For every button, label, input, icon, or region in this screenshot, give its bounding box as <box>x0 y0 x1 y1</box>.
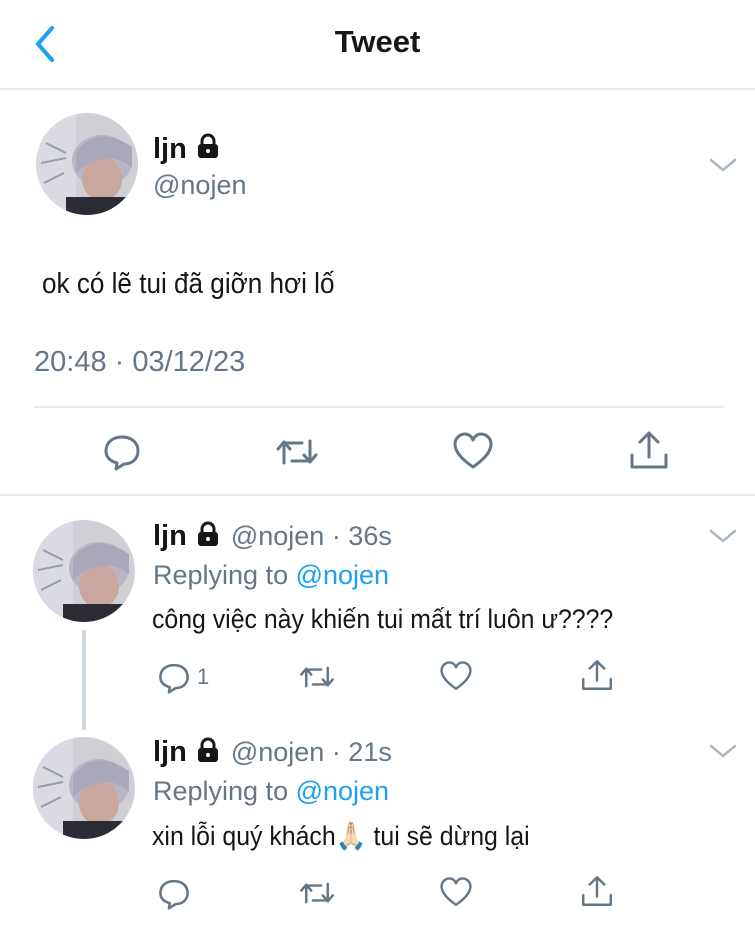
lock-icon <box>195 737 221 770</box>
like-button[interactable] <box>452 431 494 476</box>
retweet-icon <box>300 666 334 688</box>
reply-button[interactable] <box>102 431 142 476</box>
reply-count: 1 <box>197 664 210 689</box>
chevron-down-icon <box>709 529 737 543</box>
reply-header[interactable]: ljn @nojen · 36s <box>153 520 392 554</box>
retweet-icon <box>276 439 318 465</box>
reply-text: công việc này khiến tui mất trí luôn ư??… <box>152 604 614 634</box>
handle-time: @nojen · 21s <box>230 737 392 767</box>
user-handle[interactable]: @nojen <box>153 170 246 201</box>
chevron-down-icon <box>709 744 737 758</box>
reply-header[interactable]: ljn @nojen · 21s <box>153 736 392 770</box>
replying-prefix: Replying to <box>153 776 296 806</box>
share-button[interactable] <box>628 429 670 476</box>
lock-icon <box>195 521 221 554</box>
retweet-button[interactable] <box>274 433 320 476</box>
share-icon <box>582 660 612 690</box>
retweet-button[interactable] <box>298 877 336 914</box>
replying-handle-link[interactable]: @nojen <box>296 560 389 590</box>
chevron-down-icon <box>709 158 737 172</box>
pray-emoji: 🙏🏻 <box>335 821 367 851</box>
replying-handle-link[interactable]: @nojen <box>296 776 389 806</box>
tweet-menu-button[interactable] <box>708 526 738 551</box>
divider <box>34 406 724 408</box>
tweet-timestamp[interactable]: 20:48 · 03/12/23 <box>34 346 245 379</box>
share-button[interactable] <box>580 874 614 913</box>
replying-to: Replying to @nojen <box>153 776 389 807</box>
like-icon <box>440 661 472 690</box>
like-button[interactable] <box>439 660 473 697</box>
user-name: ljn <box>153 520 187 552</box>
reply-button[interactable] <box>157 660 191 699</box>
like-button[interactable] <box>439 876 473 913</box>
share-icon <box>582 876 612 906</box>
replying-prefix: Replying to <box>153 560 296 590</box>
retweet-icon <box>300 882 334 904</box>
handle-time: @nojen · 36s <box>230 521 392 551</box>
page-title: Tweet <box>334 24 421 59</box>
reply-text-before: xin lỗi quý khách <box>152 821 336 851</box>
retweet-button[interactable] <box>298 661 336 698</box>
share-button[interactable] <box>580 658 614 697</box>
like-icon <box>453 432 493 469</box>
tweet-menu-button[interactable] <box>708 155 738 180</box>
reply-text: xin lỗi quý khách🙏🏻 tui sẽ dừng lại <box>152 820 530 852</box>
tweet-text: ok có lẽ tui đã giỡn hơi lố <box>42 268 335 300</box>
section-divider <box>0 494 755 496</box>
reply-icon <box>159 663 189 694</box>
reply-text-after: tui sẽ dừng lại <box>366 821 530 851</box>
tweet-menu-button[interactable] <box>708 741 738 766</box>
avatar[interactable] <box>33 520 135 622</box>
like-icon <box>440 877 472 906</box>
reply-icon <box>159 879 189 910</box>
avatar[interactable] <box>33 737 135 839</box>
user-name: ljn <box>153 736 187 768</box>
replying-to: Replying to @nojen <box>153 560 389 591</box>
thread-line <box>82 630 86 730</box>
reply-button[interactable] <box>157 876 191 915</box>
user-name[interactable]: ljn <box>153 133 221 167</box>
avatar[interactable] <box>36 113 138 215</box>
user-name-text: ljn <box>153 133 187 165</box>
lock-icon <box>195 133 221 167</box>
share-icon <box>630 431 668 469</box>
reply-icon <box>104 435 140 471</box>
